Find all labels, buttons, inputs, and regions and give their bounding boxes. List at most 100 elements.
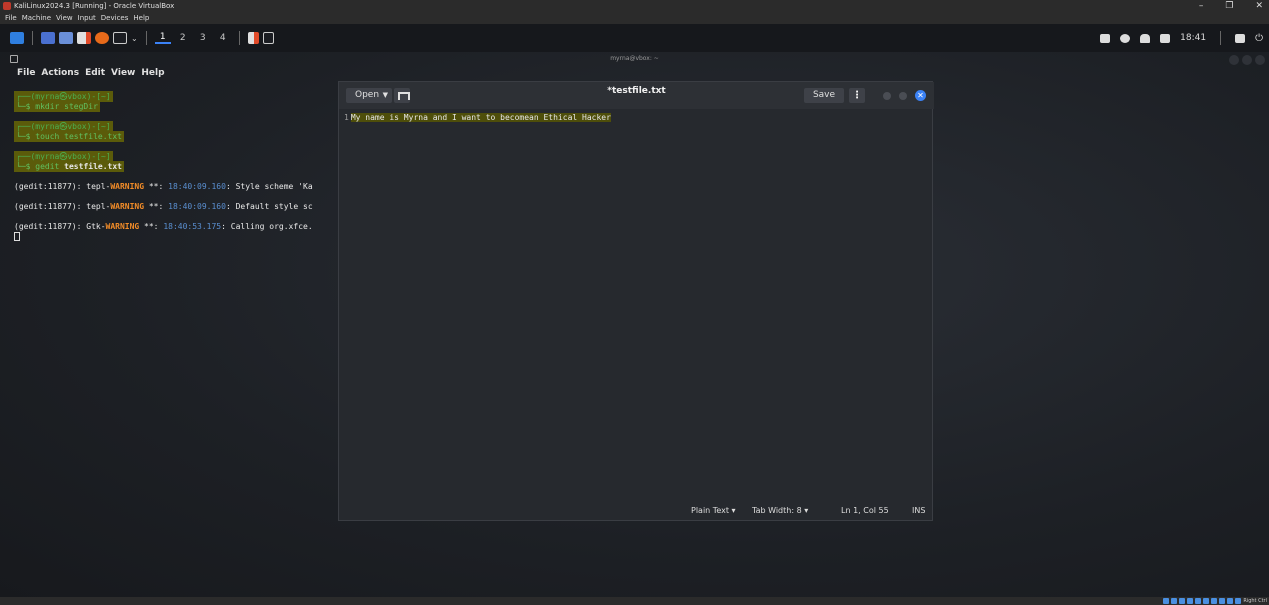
warning-message: : Calling org.xfce. [221,222,313,231]
vbox-menu-input[interactable]: Input [78,12,96,24]
panel-separator [1220,31,1222,45]
chevron-down-icon[interactable]: ⌄ [131,34,138,43]
terminal-menu-file[interactable]: File [17,68,35,78]
vbox-statusbar: Right Ctrl [0,597,1269,605]
prompt-block: ┌──(myrna㉿vbox)-[~] └─$ gedit testfile.t… [14,151,313,172]
restore-icon[interactable]: ❐ [1225,0,1233,12]
display-icon[interactable] [1211,598,1218,604]
panel-separator [32,31,33,45]
power-icon[interactable]: ⏻ [1255,33,1263,44]
line-number: 1 [344,113,349,122]
terminal-menu-help[interactable]: Help [141,68,164,78]
recording-icon[interactable] [1219,598,1226,604]
close-icon[interactable]: ✕ [1255,0,1263,12]
text-editor-icon[interactable] [77,32,91,44]
audio-icon[interactable] [1179,598,1186,604]
warning-timestamp: 18:40:09.160 [168,202,226,211]
host-key-label: Right Ctrl [1243,598,1267,604]
close-button[interactable] [1255,55,1265,65]
gedit-window: Open ▼ *testfile.txt Save ⋮ ✕ 1 My name i… [338,81,934,521]
warning-timestamp: 18:40:53.175 [163,222,222,231]
save-button[interactable]: Save [804,88,844,103]
editor-text[interactable]: My name is Myrna and I want to becomean … [350,113,611,122]
lock-icon[interactable] [1235,33,1246,43]
notification-bell-icon[interactable] [1140,33,1151,43]
command-argument: testfile.txt [64,162,122,171]
panel-launchers: ⌄ 1 2 3 4 [0,31,274,45]
gedit-headerbar: Open ▼ *testfile.txt Save ⋮ ✕ [339,82,934,109]
shared-folder-icon[interactable] [1203,598,1210,604]
taskbar-terminal-icon[interactable] [262,32,274,44]
terminal-output[interactable]: ┌──(myrna㉿vbox)-[~] └─$ mkdir stegDir ┌─… [14,91,313,244]
panel-tray: 18:41 ⏻ [1100,24,1263,52]
editor-line[interactable]: 1 My name is Myrna and I want to becomean… [344,112,611,123]
terminal-title: myrna@vbox: ~ [610,55,659,62]
prompt-command: └─$ gedit [16,162,65,171]
terminal-icon[interactable] [113,32,127,44]
prompt-block: ┌──(myrna㉿vbox)-[~] └─$ mkdir stegDir [14,91,313,112]
usb-icon[interactable] [1195,598,1202,604]
warning-message: : Style scheme 'Ka [225,182,313,191]
window-controls: – ❐ ✕ [1199,0,1263,12]
show-desktop-icon[interactable] [41,32,55,44]
battery-icon[interactable] [1160,33,1171,43]
close-button[interactable]: ✕ [915,90,926,101]
vbox-menu-file[interactable]: File [5,12,17,24]
vbox-menu-machine[interactable]: Machine [22,12,51,24]
minimize-button[interactable] [1229,55,1239,65]
prompt-block: ┌──(myrna㉿vbox)-[~] └─$ touch testfile.t… [14,121,313,142]
language-selector[interactable]: Plain Text ▾ [691,506,736,515]
clock[interactable]: 18:41 [1180,33,1206,43]
warning-line: (gedit:11877): Gtk-WARNING **: 18:40:53.… [14,222,313,232]
workspace-4[interactable]: 4 [215,33,231,43]
warning-message: : Default style sc [225,202,313,211]
workspace-1[interactable]: 1 [154,32,171,44]
warning-prefix: (gedit:11877): tepl- [14,182,111,191]
vbox-titlebar: KaliLinux2024.3 [Running] - Oracle Virtu… [0,0,1269,12]
prompt-command: └─$ touch testfile.txt [14,131,124,142]
optical-drive-icon[interactable] [1171,598,1178,604]
display-icon[interactable] [1100,33,1111,43]
network-icon[interactable] [1187,598,1194,604]
tab-width-selector[interactable]: Tab Width: 8 ▾ [752,506,808,515]
panel-separator [238,31,240,45]
volume-icon[interactable] [1120,33,1131,43]
vbox-status-icons: Right Ctrl [1163,597,1267,605]
workspace-2[interactable]: 2 [175,33,191,43]
prompt-command: └─$ mkdir stegDir [14,101,100,112]
minimize-icon[interactable]: – [1199,0,1204,12]
warning-separator: **: [144,182,169,191]
minimize-button[interactable] [883,92,891,100]
maximize-button[interactable] [1242,55,1252,65]
warning-level: WARNING [110,182,145,191]
firefox-icon[interactable] [95,32,109,44]
cpu-icon[interactable] [1227,598,1234,604]
vbox-menu-view[interactable]: View [56,12,73,24]
terminal-menubar: File Actions Edit View Help [17,68,165,78]
document-title: *testfile.txt [607,86,666,96]
gedit-statusbar: Plain Text ▾ Tab Width: 8 ▾ Ln 1, Col 55… [339,502,934,520]
warning-level: WARNING [105,222,140,231]
insert-mode: INS [912,506,926,515]
hard-disk-icon[interactable] [1163,598,1170,604]
terminal-menu-actions[interactable]: Actions [41,68,79,78]
warning-prefix: (gedit:11877): tepl- [14,202,111,211]
warning-separator: **: [139,222,164,231]
vbox-menu-devices[interactable]: Devices [101,12,129,24]
warning-timestamp: 18:40:09.160 [168,182,226,191]
warning-prefix: (gedit:11877): Gtk- [14,222,106,231]
file-manager-icon[interactable] [59,32,73,44]
mouse-integration-icon[interactable] [1235,598,1242,604]
panel-separator [145,31,147,45]
terminal-menu-edit[interactable]: Edit [85,68,105,78]
maximize-button[interactable] [899,92,907,100]
workspace-3[interactable]: 3 [195,33,211,43]
kali-menu-icon[interactable] [10,32,24,44]
hamburger-menu-icon[interactable]: ⋮ [849,88,865,103]
virtualbox-icon [3,2,11,10]
taskbar-gedit-icon[interactable] [247,32,259,44]
cursor-position: Ln 1, Col 55 [841,506,889,515]
terminal-window-buttons [1229,55,1265,65]
terminal-menu-view[interactable]: View [111,68,135,78]
vbox-menu-help[interactable]: Help [133,12,149,24]
